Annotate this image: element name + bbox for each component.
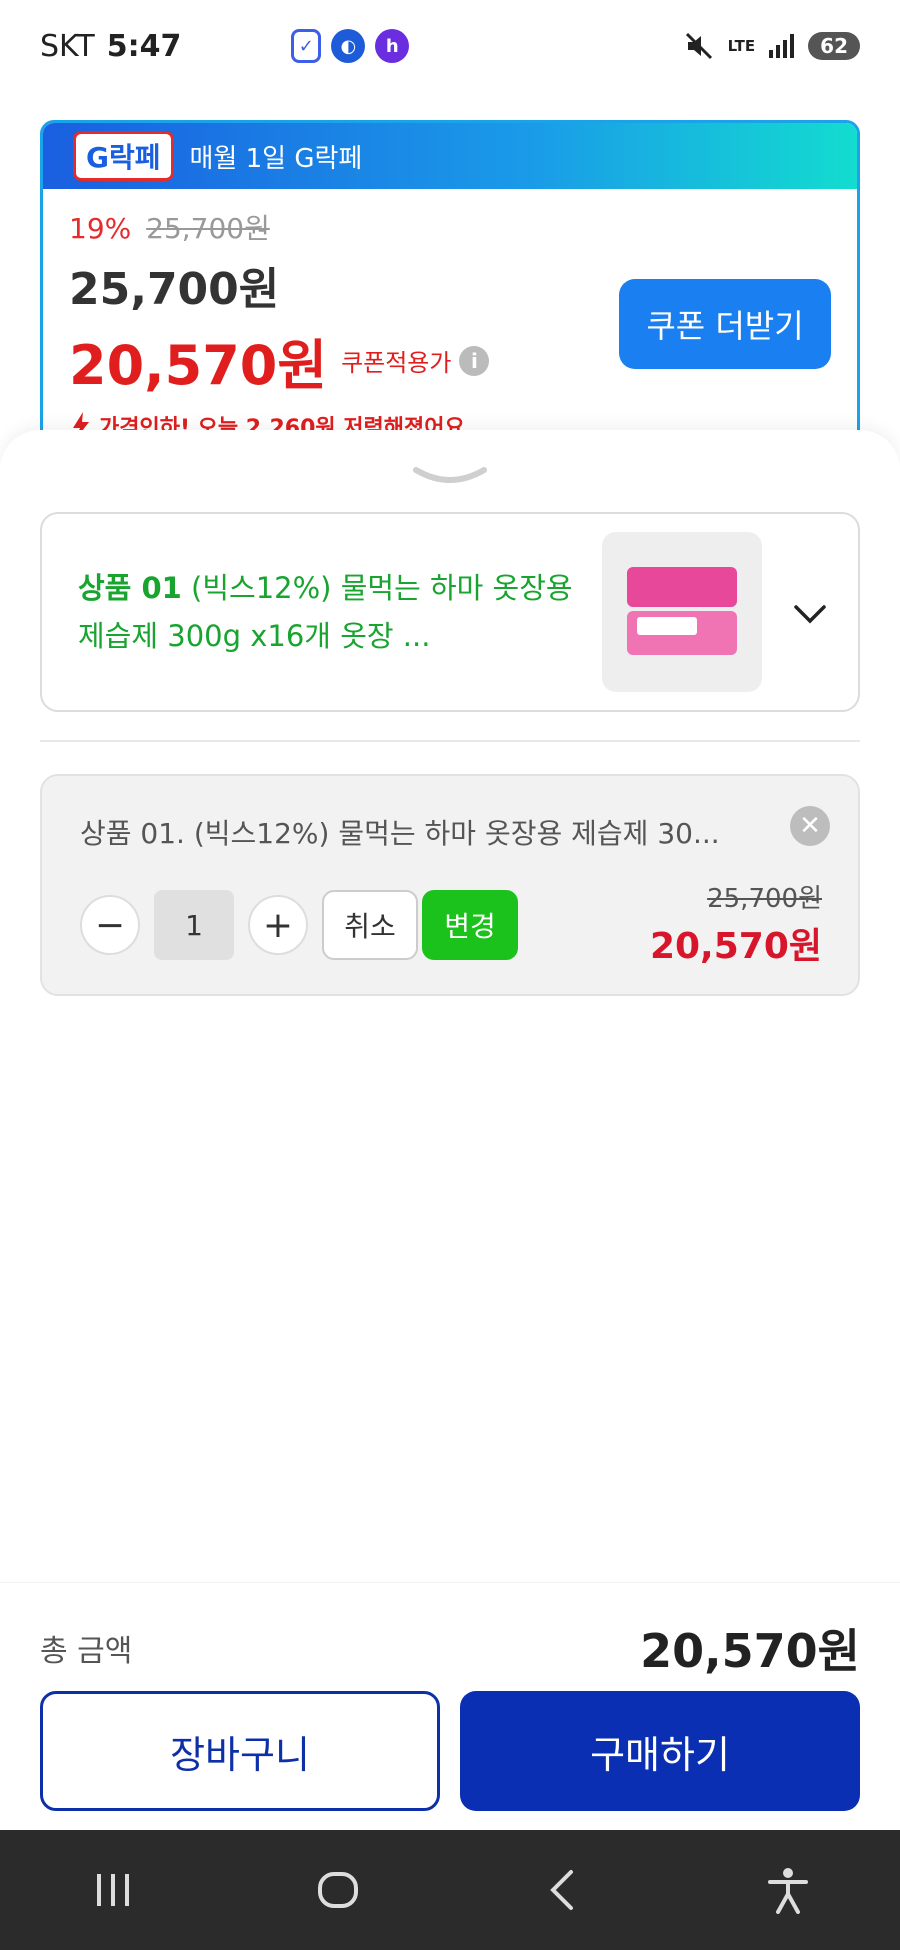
divider	[40, 740, 860, 742]
increase-quantity-button[interactable]: +	[248, 895, 308, 955]
shield-app-icon: ✓	[291, 29, 322, 63]
status-left: SKT 5:47	[40, 29, 181, 64]
system-navigation-bar	[0, 1830, 900, 1950]
change-button[interactable]: 변경	[422, 890, 518, 960]
glakpe-logo: G락페	[73, 131, 174, 181]
mute-icon	[685, 32, 712, 60]
notification-icons: ✓ ◐ h	[291, 29, 410, 63]
screen: SKT 5:47 ✓ ◐ h LTE 62 G락페 매월 1일 G락페 19% …	[0, 0, 900, 1950]
circle-app-icon: ◐	[331, 29, 366, 63]
coupon-price: 20,570원	[69, 334, 328, 397]
back-icon[interactable]	[533, 1860, 593, 1920]
more-coupon-button[interactable]: 쿠폰 더받기	[619, 279, 831, 369]
discount-percent: 19%	[69, 212, 132, 245]
promo-banner[interactable]: G락페 매월 1일 G락페	[43, 123, 857, 189]
quantity-value[interactable]: 1	[154, 890, 234, 960]
coupon-label: 쿠폰적용가	[341, 349, 452, 377]
option-select-dropdown[interactable]: 상품 01 (빅스12%) 물먹는 하마 옷장용 제습제 300g x16개 옷…	[40, 512, 860, 712]
clock: 5:47	[106, 28, 182, 64]
total-row: 총 금액 20,570원	[40, 1615, 860, 1681]
promo-banner-text: 매월 1일 G락페	[189, 143, 363, 174]
collapse-handle-icon[interactable]	[410, 460, 490, 490]
selected-option-item: 상품 01. (빅스12%) 물먹는 하마 옷장용 제습제 30... ✕ − …	[40, 774, 860, 996]
option-original-price: 25,700원	[707, 884, 822, 914]
discount-line: 19% 25,700원	[69, 207, 831, 247]
product-thumbnail	[602, 532, 762, 692]
promo-card: G락페 매월 1일 G락페 19% 25,700원 25,700원 20,570…	[40, 120, 860, 450]
info-icon[interactable]: i	[459, 345, 490, 376]
carrier: SKT	[40, 28, 95, 64]
option-prices: 25,700원 20,570원	[650, 878, 822, 969]
quantity-stepper: − 1 + 취소 변경	[80, 890, 518, 960]
option-prefix: 상품 01	[78, 571, 182, 605]
battery-indicator: 62	[808, 32, 860, 60]
total-amount: 20,570원	[640, 1624, 860, 1678]
cancel-button[interactable]: 취소	[322, 890, 418, 960]
accessibility-icon[interactable]	[758, 1860, 818, 1920]
action-buttons: 장바구니 구매하기	[40, 1691, 860, 1811]
signal-icon	[769, 34, 795, 58]
option-final-price: 20,570원	[649, 926, 822, 967]
recent-apps-icon[interactable]	[83, 1860, 143, 1920]
original-price: 25,700원	[146, 212, 270, 245]
product-image	[627, 567, 737, 657]
decrease-quantity-button[interactable]: −	[80, 895, 140, 955]
option-select-text: 상품 01 (빅스12%) 물먹는 하마 옷장용 제습제 300g x16개 옷…	[78, 564, 598, 660]
add-to-cart-button[interactable]: 장바구니	[40, 1691, 440, 1811]
network-type: LTE	[727, 37, 756, 55]
buy-now-button[interactable]: 구매하기	[460, 1691, 860, 1811]
status-bar: SKT 5:47 ✓ ◐ h LTE 62	[0, 0, 900, 92]
checkout-bar: 총 금액 20,570원 장바구니 구매하기	[0, 1582, 900, 1830]
status-right: LTE 62	[684, 31, 860, 61]
total-label: 총 금액	[40, 1634, 133, 1669]
h-app-icon: h	[375, 29, 410, 63]
chevron-down-icon[interactable]	[790, 594, 830, 634]
remove-option-icon[interactable]: ✕	[790, 806, 830, 846]
selected-option-title: 상품 01. (빅스12%) 물먹는 하마 옷장용 제습제 30...	[80, 817, 720, 850]
home-icon[interactable]	[308, 1860, 368, 1920]
